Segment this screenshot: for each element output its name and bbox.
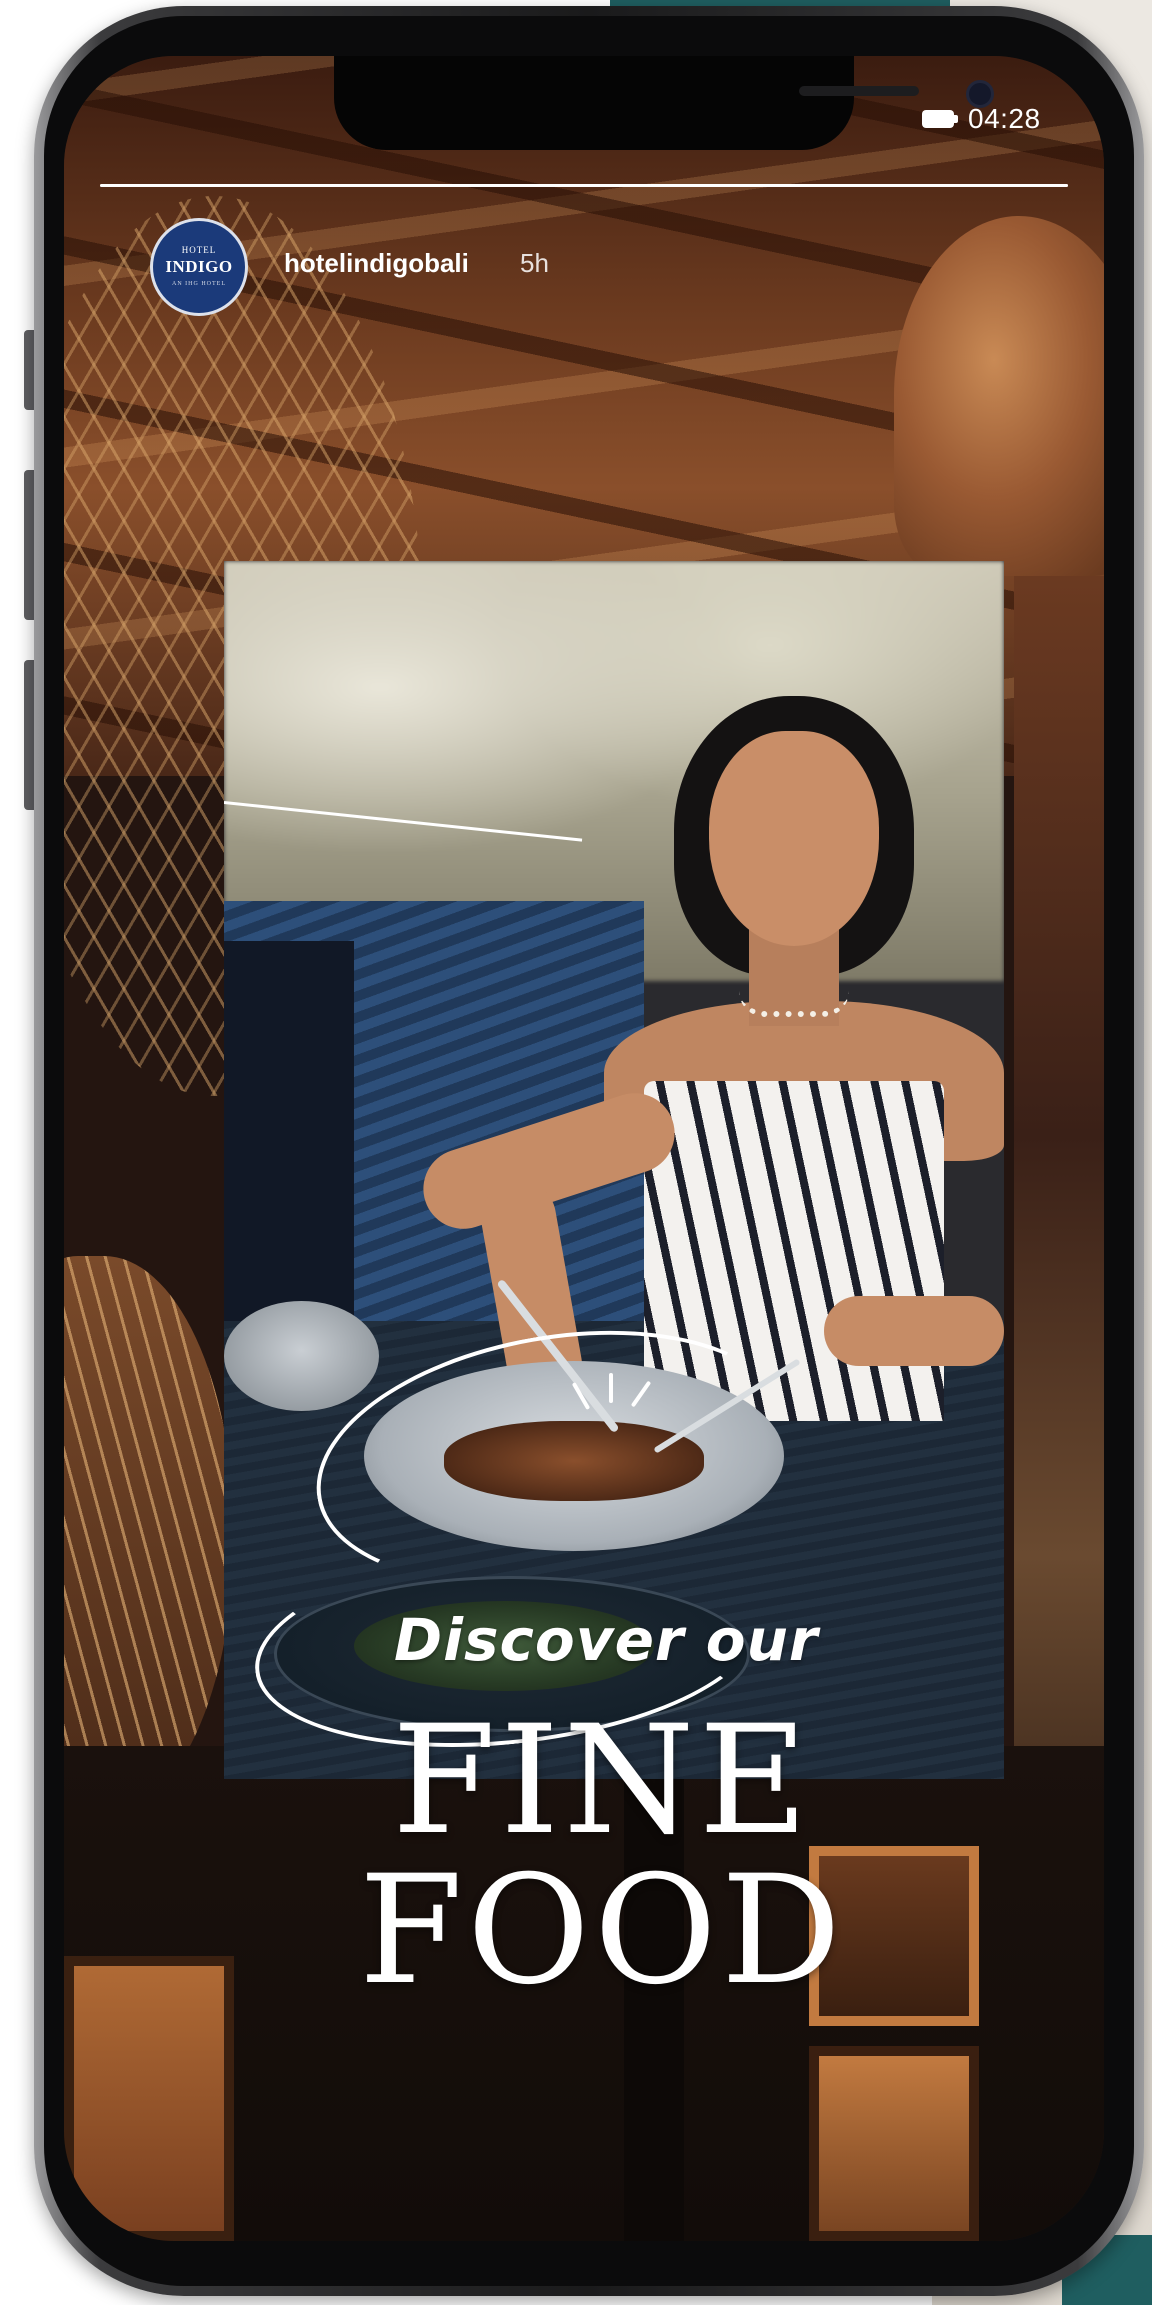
overlay-tagline: Discover our [394,1606,819,1674]
account-username[interactable]: hotelindigobali [284,248,469,279]
overlay-headline: FINE FOOD [358,1694,846,2018]
story-screen[interactable]: 04:28 HOTEL INDIGO AN IHG HOTEL hotelind… [64,56,1104,2241]
avatar-logo-line3: AN IHG HOTEL [172,281,226,287]
camera-notch [334,56,994,150]
doodle-spark [609,1373,613,1403]
earpiece-speaker [799,86,919,96]
shell-necklace [739,991,849,1017]
post-time-ago: 5h [520,248,549,278]
status-time: 04:28 [968,103,1041,134]
booth-shadow [224,941,354,1361]
lit-cabinet-right-bottom [809,2046,979,2241]
dining-photo [224,561,1004,1779]
woman-right-arm [824,1296,1004,1366]
avatar-logo-line1: HOTEL [181,245,217,255]
battery-tip [954,115,958,123]
story-progress-fill [100,184,1068,187]
account-avatar[interactable]: HOTEL INDIGO AN IHG HOTEL [150,218,248,316]
side-plate [224,1301,379,1411]
battery-icon [922,110,954,128]
story-progress-bar [100,184,1068,187]
woman-face [709,731,879,946]
avatar-logo-line2: INDIGO [165,257,233,276]
